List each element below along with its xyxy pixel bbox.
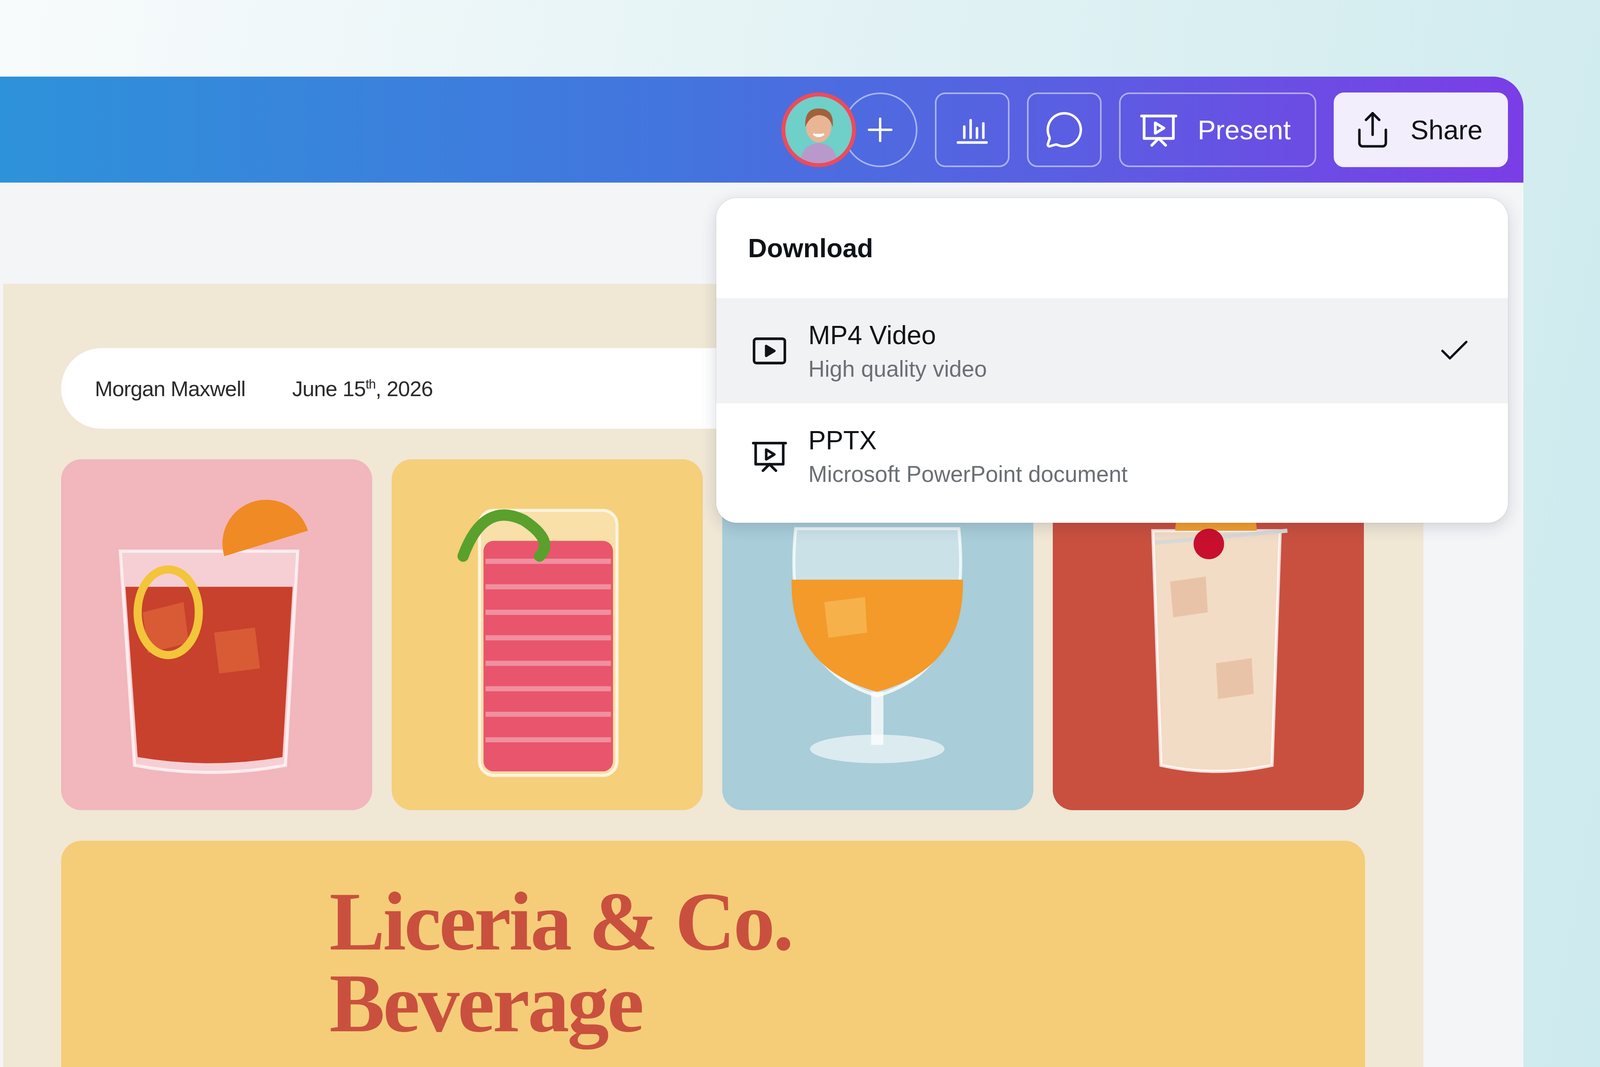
top-toolbar: Present Share bbox=[0, 76, 1524, 183]
option-text: PPTX Microsoft PowerPoint document bbox=[808, 425, 1473, 487]
option-text: MP4 Video High quality video bbox=[808, 319, 1418, 382]
drink-card[interactable] bbox=[391, 459, 703, 810]
option-icon-box bbox=[750, 436, 789, 476]
editor-window: Present Share Morgan Maxwell June 15th, 202… bbox=[0, 76, 1524, 1067]
author-text[interactable]: Morgan Maxwell bbox=[94, 376, 246, 401]
download-menu: Download MP4 Video High quality video PPTX M… bbox=[716, 198, 1508, 523]
brand-title: Liceria & Co.Beverage bbox=[329, 880, 1097, 1044]
insights-button[interactable] bbox=[934, 92, 1010, 168]
menu-title: Download bbox=[716, 198, 1508, 299]
download-option[interactable]: MP4 Video High quality video bbox=[716, 298, 1508, 404]
option-description: Microsoft PowerPoint document bbox=[808, 460, 1473, 487]
option-description: High quality video bbox=[808, 355, 1418, 382]
title-banner[interactable]: Liceria & Co.Beverage bbox=[61, 840, 1366, 1067]
option-title: PPTX bbox=[808, 425, 1473, 456]
option-title: MP4 Video bbox=[808, 319, 1418, 350]
present-icon bbox=[1138, 109, 1180, 151]
brand-title-line: Liceria & Co. bbox=[329, 880, 1097, 962]
share-label: Share bbox=[1410, 114, 1483, 146]
brand-title-line: Beverage bbox=[329, 961, 1097, 1044]
comment-icon bbox=[1044, 109, 1085, 150]
plus-icon bbox=[861, 110, 900, 149]
option-icon-box bbox=[750, 331, 789, 371]
video-icon bbox=[750, 331, 789, 371]
date-text[interactable]: June 15th, 2026 bbox=[292, 376, 433, 401]
presentation-icon bbox=[750, 436, 789, 476]
insights-icon bbox=[953, 110, 992, 149]
collaborators bbox=[781, 92, 918, 168]
cocktail-photo-icon bbox=[61, 459, 373, 810]
present-button[interactable]: Present bbox=[1119, 92, 1316, 168]
comments-button[interactable] bbox=[1026, 92, 1102, 168]
download-option[interactable]: PPTX Microsoft PowerPoint document bbox=[716, 403, 1508, 509]
person-icon bbox=[785, 96, 852, 164]
user-avatar[interactable] bbox=[781, 92, 856, 168]
check-icon bbox=[1436, 332, 1473, 369]
page: Present Share Morgan Maxwell June 15th, 202… bbox=[0, 0, 1600, 1067]
cocktail-photo-icon bbox=[391, 459, 703, 810]
share-icon bbox=[1352, 109, 1393, 150]
drink-card[interactable] bbox=[61, 459, 373, 810]
present-label: Present bbox=[1197, 114, 1291, 146]
share-button[interactable]: Share bbox=[1333, 92, 1508, 168]
